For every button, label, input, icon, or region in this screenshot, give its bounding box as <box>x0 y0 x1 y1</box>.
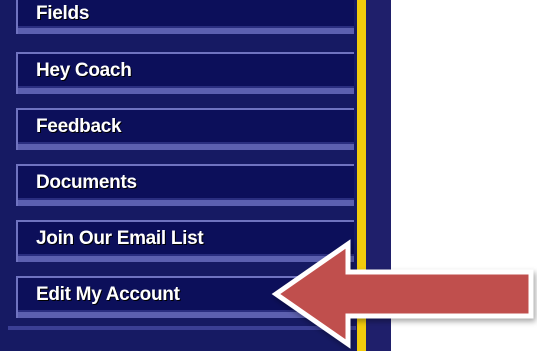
sidebar-item-feedback[interactable]: Feedback <box>16 108 354 150</box>
left-arrow-icon <box>268 238 537 350</box>
sidebar-item-label: Documents <box>36 172 137 193</box>
sidebar-item-label: Fields <box>36 3 90 24</box>
sidebar-item-hey-coach[interactable]: Hey Coach <box>16 52 354 94</box>
sidebar-item-label: Hey Coach <box>36 60 132 81</box>
sidebar-item-label: Edit My Account <box>36 284 180 305</box>
sidebar-item-label: Join Our Email List <box>36 228 204 249</box>
sidebar-item-documents[interactable]: Documents <box>16 164 354 206</box>
screenshot-stage: Fields Hey Coach Feedback Documents Join… <box>0 0 537 351</box>
sidebar-item-fields[interactable]: Fields <box>16 0 354 34</box>
sidebar-item-label: Feedback <box>36 116 122 137</box>
